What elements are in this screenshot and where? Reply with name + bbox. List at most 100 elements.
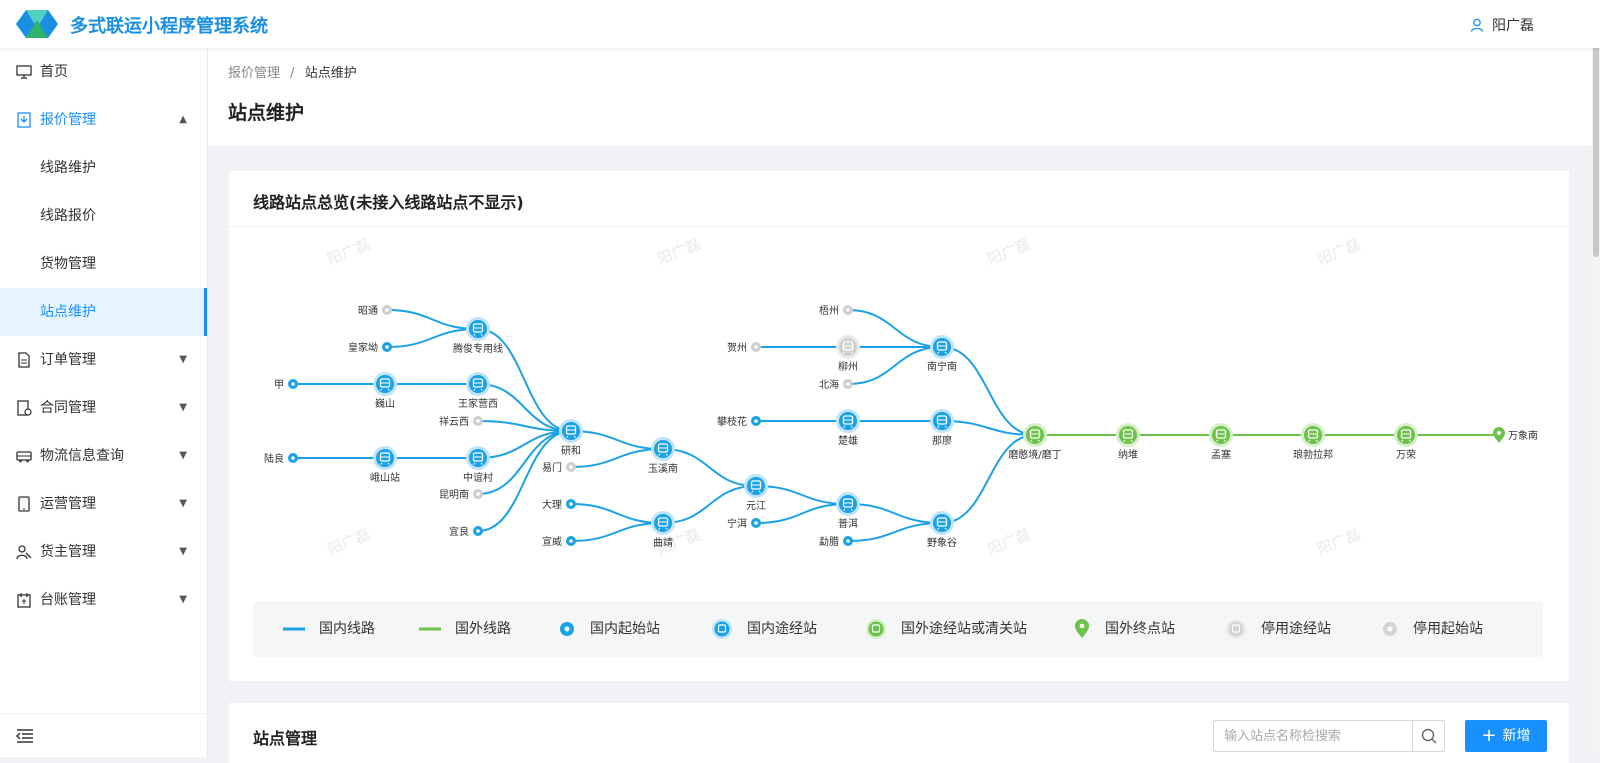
domestic-route-line [847, 309, 943, 348]
station-node[interactable]: 那廖 [930, 409, 954, 447]
station-label: 纳堆 [1118, 448, 1138, 461]
station-node[interactable]: 研和 [559, 419, 583, 457]
station-node[interactable]: 陆良 [264, 452, 298, 465]
station-label: 万荣 [1396, 449, 1416, 461]
foreign-via-icon [1026, 426, 1044, 444]
station-node[interactable]: 南宁南 [927, 335, 957, 373]
sidebar-item-operation-mgmt[interactable]: 运营管理 ▼ [0, 480, 207, 528]
sidebar-item-shipper-mgmt[interactable]: 货主管理 ▼ [0, 528, 207, 576]
user-menu[interactable]: 阳广磊 [1470, 15, 1534, 35]
station-node[interactable]: 王家营西 [458, 372, 498, 410]
station-label: 祥云西 [439, 415, 469, 428]
station-node[interactable]: 野象谷 [927, 511, 957, 549]
station-node[interactable]: 宁洱 [727, 517, 761, 530]
station-node[interactable]: 祥云西 [439, 415, 483, 428]
quote-icon [17, 112, 31, 128]
sidebar-item-order-mgmt[interactable]: 订单管理 ▼ [0, 336, 207, 384]
station-node[interactable]: 贺州 [727, 342, 761, 354]
domestic-via-icon [469, 449, 487, 467]
sidebar-item-label: 订单管理 [40, 352, 96, 368]
sidebar-item-cargo-mgmt[interactable]: 货物管理 [0, 240, 207, 288]
station-dot [1497, 431, 1501, 435]
add-button[interactable]: + 新增 [1465, 720, 1547, 752]
station-node[interactable]: 易门 [542, 461, 576, 474]
sidebar-item-contract-mgmt[interactable]: 合同管理 ▼ [0, 384, 207, 432]
station-node[interactable]: 纳堆 [1116, 423, 1140, 461]
station-node[interactable]: 中谊村 [463, 446, 493, 484]
station-node[interactable]: 元江 [744, 474, 768, 512]
sidebar-item-station-maint[interactable]: 站点维护 [0, 288, 207, 336]
station-node[interactable]: 甲 [274, 379, 298, 391]
station-node[interactable]: 皇家坳 [348, 341, 392, 354]
watermark-text: 阳广磊 [1315, 525, 1363, 559]
legend-label: 停用途经站 [1261, 621, 1331, 637]
station-node[interactable]: 巍山 [373, 372, 397, 410]
station-node[interactable]: 峨山站 [370, 446, 400, 484]
stopped-start-icon [1383, 622, 1397, 636]
station-node[interactable]: 梧州 [819, 304, 853, 317]
station-label: 大理 [542, 498, 562, 511]
domestic-route-line [386, 309, 479, 330]
station-node[interactable]: 普洱 [836, 492, 860, 530]
sidebar-item-label: 货物管理 [40, 256, 96, 272]
station-node[interactable]: 孟塞 [1209, 423, 1233, 461]
station-node[interactable]: 宜良 [449, 525, 483, 538]
sidebar-item-label: 货主管理 [40, 544, 96, 560]
station-label: 昆明南 [439, 488, 469, 501]
sidebar-item-logistics-query[interactable]: 物流信息查询 ▼ [0, 432, 207, 480]
station-label: 元江 [746, 500, 766, 512]
legend-item: 国内起始站 [558, 601, 660, 657]
tablet-icon [18, 496, 30, 512]
sidebar: 首页 报价管理 ▲ 线路维护 线路报价 货物管理 站点维护 订单管理 ▼ 合同管… [0, 48, 208, 757]
station-label: 楚雄 [838, 434, 858, 447]
app-title: 多式联运小程序管理系统 [70, 16, 268, 37]
station-node[interactable]: 玉溪南 [648, 437, 678, 475]
station-node[interactable]: 柳州 [836, 335, 860, 373]
station-label: 磨憨境/磨丁 [1008, 448, 1061, 461]
station-node[interactable]: 万荣 [1394, 423, 1418, 461]
station-label: 宣威 [542, 535, 562, 548]
station-search [1213, 720, 1445, 752]
station-search-input[interactable] [1214, 721, 1410, 751]
station-node[interactable]: 北海 [819, 378, 853, 391]
search-button[interactable] [1412, 721, 1444, 751]
breadcrumb-parent[interactable]: 报价管理 [228, 66, 280, 81]
station-node[interactable]: 大理 [542, 498, 576, 511]
domestic-route-line [755, 503, 849, 524]
sidebar-item-label: 台账管理 [40, 592, 96, 608]
domestic-route-line [570, 522, 664, 542]
sidebar-item-route-maint[interactable]: 线路维护 [0, 144, 207, 192]
sidebar-item-quote-mgmt[interactable]: 报价管理 ▲ [0, 96, 207, 144]
sidebar-item-ledger-mgmt[interactable]: 台账管理 ▼ [0, 576, 207, 624]
foreign-via-icon [1304, 426, 1322, 444]
chevron-down-icon: ▼ [179, 546, 187, 557]
station-node[interactable]: 琅勃拉邦 [1293, 423, 1333, 461]
monitor-icon [16, 65, 32, 79]
collapse-menu-icon[interactable] [16, 729, 34, 743]
station-label: 皇家坳 [348, 341, 378, 354]
route-diagram: 昭通皇家坳 腾俊专用线甲巍山 王家营西祥云西陆良峨山站 中谊村昆明南宜良 研和易门 玉溪南… [264, 235, 1538, 559]
legend-label: 停用起始站 [1413, 621, 1483, 637]
station-dot [476, 419, 480, 423]
station-node[interactable]: 勐腊 [819, 535, 853, 548]
station-node[interactable]: 楚雄 [836, 409, 860, 447]
domestic-via-icon [654, 440, 672, 458]
station-node[interactable]: 昭通 [358, 305, 392, 317]
station-node[interactable]: 昆明南 [439, 488, 483, 501]
station-dot [846, 382, 850, 386]
station-node[interactable]: 攀枝花 [717, 415, 761, 428]
station-node[interactable]: 宣威 [542, 535, 576, 548]
station-dot [846, 539, 850, 543]
station-label: 昭通 [358, 305, 378, 317]
domestic-route-line [941, 434, 1036, 524]
page-scrollbar[interactable] [1592, 0, 1600, 757]
station-dot [476, 529, 480, 533]
sidebar-item-home[interactable]: 首页 [0, 48, 207, 96]
station-label: 贺州 [727, 342, 747, 354]
app-logo-icon [16, 10, 58, 38]
station-node[interactable]: 万象南 [1493, 427, 1538, 443]
legend-label: 国内途经站 [747, 621, 817, 637]
search-icon [1421, 728, 1437, 744]
sidebar-item-route-quote[interactable]: 线路报价 [0, 192, 207, 240]
legend: 国内线路 国外线路 国内起始站 国内途经站 国外途经站或清关站 国外终点站 停用… [253, 601, 1543, 657]
